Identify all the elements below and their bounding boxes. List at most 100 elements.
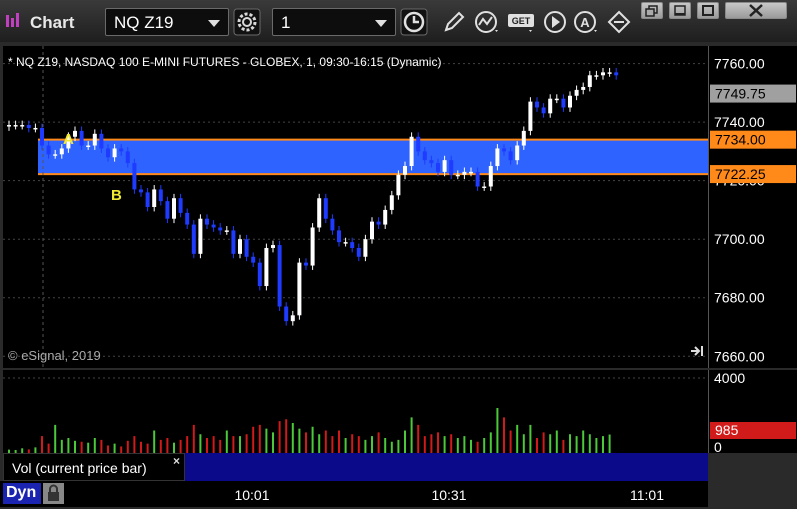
volume-axis[interactable]: 4000 985 0 <box>708 370 797 453</box>
candle-body <box>172 198 176 219</box>
price-plot[interactable]: * NQ Z19, NASDAQ 100 E-MINI FUTURES - GL… <box>3 46 708 368</box>
volume-bar <box>423 436 426 453</box>
candle-body <box>323 198 328 219</box>
band-lower-tag: 7722.25 <box>710 165 796 184</box>
volume-bar <box>390 441 393 453</box>
candle-body <box>165 201 170 219</box>
band-upper-label: 7734.00 <box>715 132 766 148</box>
close-icon[interactable]: × <box>173 454 180 468</box>
volume-bar <box>463 436 466 453</box>
volume-bar <box>588 434 591 453</box>
candle-body <box>244 239 249 257</box>
candle-body <box>389 195 394 210</box>
candle-body <box>125 151 130 164</box>
chart-app-icon <box>6 13 19 27</box>
volume-bar <box>186 436 189 453</box>
candle-body <box>46 145 51 155</box>
volume-bar <box>166 438 169 453</box>
interval-dropdown[interactable]: 1 <box>272 8 396 36</box>
volume-bar <box>338 430 340 453</box>
volume-bar <box>285 419 288 453</box>
time-axis[interactable]: Dyn 10:01 10:31 11:01 <box>0 481 708 507</box>
volume-bar <box>410 417 413 453</box>
candle-body <box>132 163 137 190</box>
candle-body <box>205 218 209 225</box>
volume-bar <box>371 436 373 453</box>
pencil-icon[interactable] <box>440 8 468 36</box>
candle-body <box>251 256 256 263</box>
band-upper-tag: 7734.00 <box>710 130 796 149</box>
candle-body <box>191 224 196 254</box>
get-icon[interactable]: GET <box>507 8 537 36</box>
time-tick-1101: 11:01 <box>630 487 664 503</box>
close-button[interactable] <box>725 2 787 19</box>
settings-icon[interactable] <box>233 8 261 36</box>
candle-body <box>178 198 183 213</box>
volume-bar <box>107 445 109 453</box>
volume-bar <box>245 434 248 453</box>
candle-body <box>330 218 335 231</box>
candle-body <box>317 198 322 228</box>
volume-bar <box>522 434 525 453</box>
volume-bar <box>344 438 347 453</box>
volume-bar <box>331 436 334 453</box>
restore-button[interactable] <box>641 2 663 19</box>
candle-body <box>455 174 460 177</box>
study-icon[interactable] <box>473 8 501 36</box>
candle-body <box>350 242 355 248</box>
candle-body <box>40 127 44 146</box>
volume-plot[interactable] <box>3 370 708 453</box>
candle-body <box>99 133 104 149</box>
candle-body <box>112 148 117 158</box>
lock-icon[interactable] <box>43 483 64 504</box>
candle-body <box>409 136 414 167</box>
volume-bar <box>67 438 70 453</box>
candle-body <box>343 242 348 244</box>
candle-body <box>277 245 282 307</box>
clock-icon[interactable] <box>400 8 428 36</box>
volume-bar <box>212 436 215 453</box>
candle-body <box>568 95 572 108</box>
annotate-icon[interactable]: A <box>572 8 600 36</box>
volume-bar <box>159 439 162 453</box>
scroll-to-end-icon[interactable] <box>691 346 703 356</box>
volume-bar <box>364 439 367 453</box>
volume-bar <box>456 438 459 453</box>
maximize-button[interactable] <box>697 2 719 19</box>
time-tick-1001: 10:01 <box>234 487 269 503</box>
volume-bar <box>377 432 380 453</box>
volume-bar <box>54 424 57 453</box>
study-legend[interactable]: Vol (current price bar) × <box>3 453 185 481</box>
volume-bar <box>496 408 499 453</box>
volume-bar <box>404 430 406 453</box>
candle-body <box>238 239 242 254</box>
candle-body <box>7 125 11 127</box>
candle-body <box>607 72 612 74</box>
candle-body <box>462 171 467 175</box>
label-a: A <box>63 131 74 148</box>
candle-body <box>152 189 157 207</box>
volume-bar <box>199 434 202 453</box>
candle-body <box>224 230 229 232</box>
play-icon[interactable] <box>541 8 569 36</box>
volume-bar <box>232 436 235 453</box>
dynamic-mode-button[interactable]: Dyn <box>3 483 41 504</box>
candle-body <box>416 136 421 152</box>
price-axis[interactable]: 7760.007740.007720.007700.007680.007660.… <box>708 46 797 368</box>
volume-bar <box>575 436 578 453</box>
link-icon[interactable] <box>605 8 633 36</box>
volume-bar <box>47 443 50 453</box>
candle-body <box>548 98 553 114</box>
volume-bar <box>140 441 142 453</box>
window-title: Chart <box>30 13 75 32</box>
volume-bar <box>311 426 314 453</box>
price-band[interactable] <box>38 139 708 175</box>
minimize-button[interactable] <box>669 2 691 19</box>
title-bar: Chart NQ Z19 1 GET A <box>0 0 797 42</box>
candle-body <box>554 98 559 101</box>
candle-body <box>363 239 368 257</box>
symbol-dropdown[interactable]: NQ Z19 <box>105 8 229 36</box>
volume-bar <box>595 438 598 453</box>
candle-body <box>396 174 401 196</box>
volume-bar <box>100 439 103 453</box>
